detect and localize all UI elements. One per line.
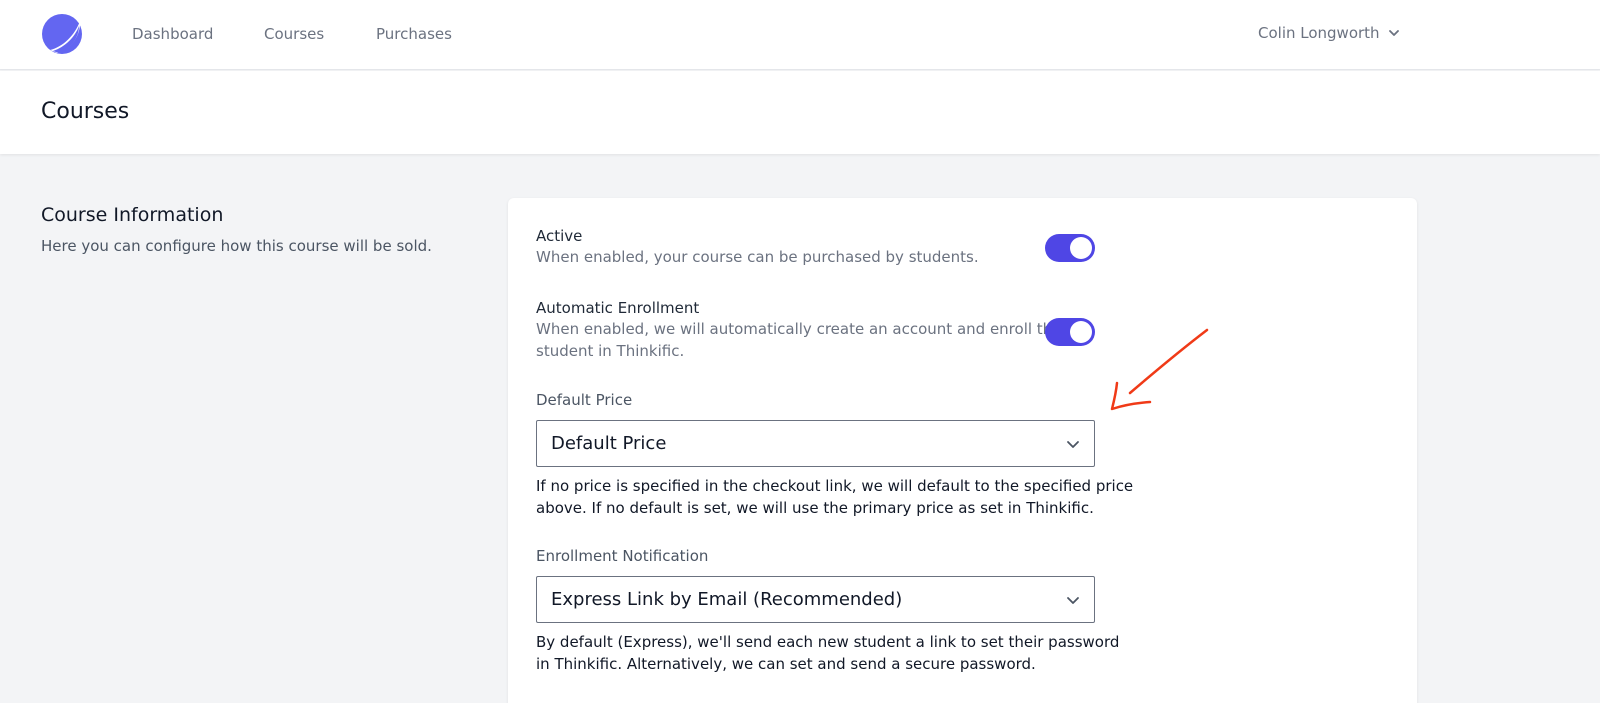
nav-purchases[interactable]: Purchases	[376, 25, 452, 43]
section-description: Here you can configure how this course w…	[41, 237, 432, 255]
nav-dashboard[interactable]: Dashboard	[132, 25, 213, 43]
default-price-help-line2: above. If no default is set, we will use…	[536, 499, 1094, 517]
notification-value: Express Link by Email (Recommended)	[551, 589, 903, 610]
auto-enroll-description-line2: student in Thinkific.	[536, 342, 685, 360]
toggle-knob	[1070, 237, 1092, 259]
chevron-down-icon	[1388, 30, 1399, 36]
auto-enroll-description-line1: When enabled, we will automatically crea…	[536, 320, 1062, 338]
page-header: Courses	[0, 71, 1600, 154]
top-navbar: Dashboard Courses Purchases Colin Longwo…	[0, 0, 1600, 70]
active-label: Active	[536, 227, 583, 245]
nav-courses[interactable]: Courses	[264, 25, 324, 43]
active-description: When enabled, your course can be purchas…	[536, 248, 979, 266]
default-price-value: Default Price	[551, 433, 667, 454]
section-title: Course Information	[41, 204, 224, 226]
logo-icon[interactable]	[41, 13, 83, 55]
default-price-select[interactable]: Default Price	[536, 420, 1095, 467]
toggle-knob	[1070, 321, 1092, 343]
annotation-arrow-icon	[1110, 328, 1209, 411]
settings-card: Active When enabled, your course can be …	[508, 198, 1417, 703]
user-menu[interactable]: Colin Longworth	[1258, 24, 1400, 42]
notification-help-line1: By default (Express), we'll send each ne…	[536, 633, 1120, 651]
page-title: Courses	[41, 99, 130, 124]
user-name: Colin Longworth	[1258, 24, 1380, 42]
notification-select[interactable]: Express Link by Email (Recommended)	[536, 576, 1095, 623]
notification-help-line2: in Thinkific. Alternatively, we can set …	[536, 655, 1036, 673]
auto-enroll-toggle[interactable]	[1045, 318, 1095, 346]
chevron-down-icon	[1067, 440, 1079, 448]
default-price-help-line1: If no price is specified in the checkout…	[536, 477, 1134, 495]
auto-enroll-label: Automatic Enrollment	[536, 299, 700, 317]
notification-label: Enrollment Notification	[536, 547, 709, 565]
chevron-down-icon	[1067, 596, 1079, 604]
default-price-label: Default Price	[536, 391, 633, 409]
active-toggle[interactable]	[1045, 234, 1095, 262]
